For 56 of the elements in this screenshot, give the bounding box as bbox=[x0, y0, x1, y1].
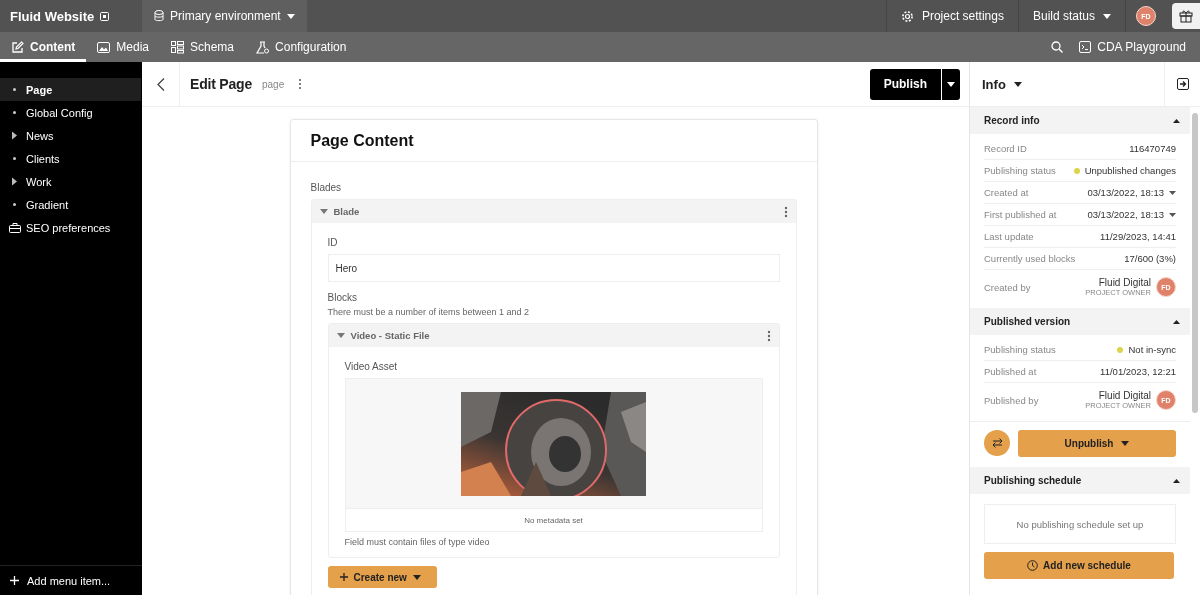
user-name: Fluid Digital bbox=[1098, 277, 1151, 288]
nav-tab[interactable]: Schema bbox=[160, 32, 246, 62]
field-hint: Field must contain files of type video bbox=[344, 537, 491, 547]
cda-playground-button[interactable]: CDA Playground bbox=[1079, 40, 1186, 54]
field-label: Video Asset bbox=[344, 361, 399, 372]
section-header[interactable]: Published version bbox=[970, 308, 1190, 335]
sidebar-item[interactable]: SEO preferences bbox=[0, 216, 141, 239]
info-label: Publishing status bbox=[984, 344, 1056, 355]
sidebar-item[interactable]: Global Config bbox=[0, 101, 141, 124]
info-label: Record ID bbox=[984, 143, 1027, 154]
field-label: Blades bbox=[310, 182, 343, 193]
field-label: Blocks bbox=[327, 292, 358, 303]
info-dropdown[interactable]: Info bbox=[970, 75, 1028, 93]
info-value: 03/13/2022, 18:13 bbox=[1087, 209, 1164, 220]
add-schedule-button[interactable]: Add new schedule bbox=[984, 552, 1174, 579]
info-value: 03/13/2022, 18:13 bbox=[1087, 187, 1164, 198]
info-value: Unpublished changes bbox=[1084, 165, 1176, 176]
info-label: Currently used blocks bbox=[984, 253, 1076, 264]
metadata-label: No metadata set bbox=[345, 508, 762, 531]
info-label: Published at bbox=[984, 366, 1037, 377]
unpublish-button[interactable]: Unpublish bbox=[1018, 430, 1176, 457]
section-header[interactable]: Record info bbox=[970, 107, 1190, 134]
sidebar-item[interactable]: Work bbox=[0, 170, 141, 193]
field-hint: There must be a number of items between 1 and 2 bbox=[327, 307, 531, 317]
page-title: Edit Page bbox=[190, 76, 252, 92]
create-new-button[interactable]: Create new bbox=[327, 566, 437, 588]
publish-button[interactable]: Publish bbox=[869, 68, 941, 100]
blade-header[interactable]: Blade bbox=[311, 200, 796, 223]
info-label: Created at bbox=[984, 187, 1029, 198]
project-name: Fluid Website bbox=[10, 8, 95, 24]
sidebar-item[interactable]: Page bbox=[0, 78, 141, 101]
card-title: Page Content bbox=[290, 120, 817, 162]
info-value: Not in-sync bbox=[1128, 344, 1176, 355]
section-header[interactable]: Publishing schedule bbox=[970, 467, 1190, 494]
info-value: 11/29/2023, 14:41 bbox=[1100, 231, 1176, 242]
info-value: 17/600 (3%) bbox=[1124, 253, 1176, 264]
user-name: Fluid Digital bbox=[1098, 390, 1151, 401]
add-menu-item-button[interactable]: Add menu item... bbox=[0, 565, 142, 595]
info-label: Last update bbox=[984, 231, 1034, 242]
info-label: First published at bbox=[984, 209, 1057, 220]
info-label: Created by bbox=[984, 281, 1031, 293]
nav-tab[interactable]: Configuration bbox=[245, 32, 358, 62]
environment-selector[interactable]: Primary environment bbox=[142, 0, 307, 32]
sidebar-item[interactable]: Clients bbox=[0, 147, 141, 170]
block-header[interactable]: Video - Static File bbox=[328, 324, 779, 347]
empty-message: No publishing schedule set up bbox=[984, 504, 1176, 544]
info-value: 116470749 bbox=[1129, 143, 1176, 154]
field-label: ID bbox=[327, 237, 339, 248]
info-label: Published by bbox=[984, 394, 1039, 406]
nav-tab[interactable]: Media bbox=[86, 32, 160, 62]
info-label: Publishing status bbox=[984, 165, 1056, 176]
id-field[interactable]: Hero bbox=[327, 254, 780, 282]
sidebar-item[interactable]: Gradient bbox=[0, 193, 141, 216]
info-value: 11/01/2023, 12:21 bbox=[1100, 366, 1176, 377]
sidebar-item[interactable]: News bbox=[0, 124, 141, 147]
model-label: page bbox=[262, 78, 285, 90]
